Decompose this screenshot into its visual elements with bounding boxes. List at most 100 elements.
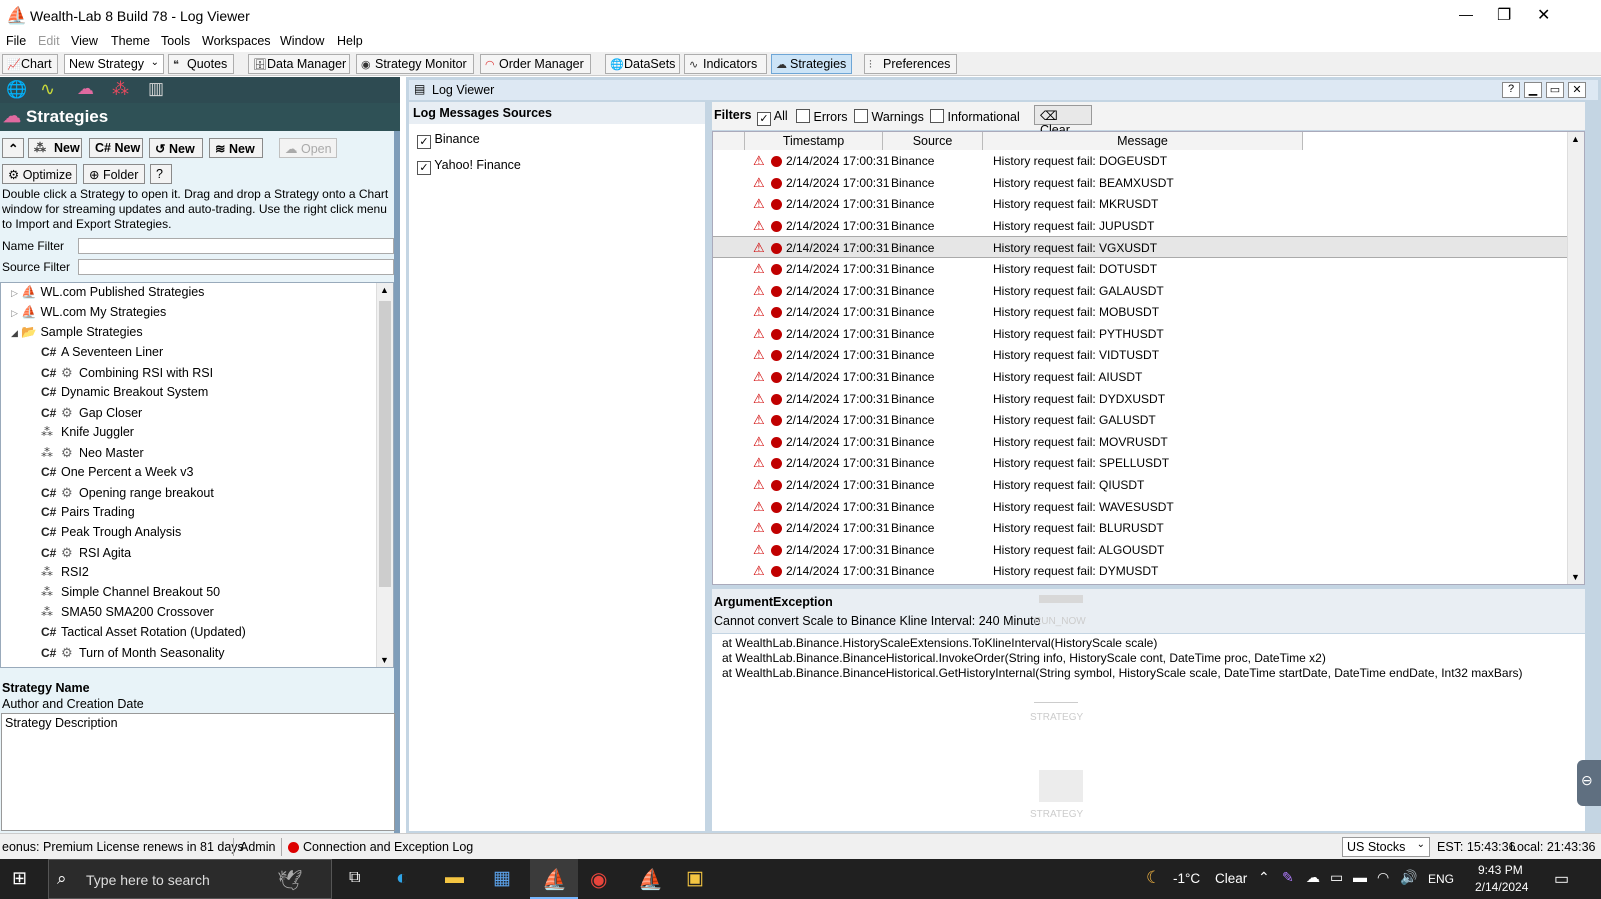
checkbox-unchecked-icon[interactable]	[796, 109, 810, 123]
scroll-down-icon[interactable]: ▼	[380, 655, 389, 665]
taskbar-time[interactable]: 9:43 PM	[1478, 863, 1523, 877]
file-explorer-icon[interactable]: ▬	[445, 867, 464, 889]
table-row[interactable]: ⚠ 2/14/2024 17:00:31 Binance History reques…	[713, 236, 1568, 259]
new-rotation-strategy-button[interactable]: ↺ New	[149, 138, 203, 158]
scroll-down-icon[interactable]: ▼	[1571, 572, 1580, 582]
new-csharp-strategy-button[interactable]: C# New	[89, 138, 143, 158]
wifi-icon[interactable]: ◠	[1377, 869, 1389, 886]
filter-all[interactable]: ✓ All	[757, 109, 788, 126]
strategy-item[interactable]: C# ⚙ Combining RSI with RSI	[41, 365, 213, 383]
table-row[interactable]: ⚠ 2/14/2024 17:00:31 Binance History reques…	[713, 474, 1568, 496]
windows-start-icon[interactable]: ⊞	[12, 868, 27, 889]
language-indicator[interactable]: ENG	[1428, 872, 1454, 886]
new-layer-strategy-button[interactable]: ≋ New	[209, 138, 263, 158]
tree-node-sample[interactable]: ◢ 📂 Sample Strategies	[11, 325, 143, 343]
side-tab[interactable]: ⊖	[1577, 760, 1601, 806]
help-button[interactable]: ?	[150, 164, 172, 184]
strategy-item[interactable]: C# One Percent a Week v3	[41, 465, 193, 483]
table-row[interactable]: ⚠ 2/14/2024 17:00:31 Binance History reques…	[713, 366, 1568, 388]
filter-informational[interactable]: Informational	[930, 109, 1020, 124]
column-header-message[interactable]: Message	[983, 132, 1303, 150]
table-row[interactable]: ⚠ 2/14/2024 17:00:31 Binance History reques…	[713, 193, 1568, 215]
checkbox-checked-icon[interactable]: ✓	[417, 161, 431, 175]
checkbox-checked-icon[interactable]: ✓	[757, 112, 771, 126]
taskbar-wealthlab[interactable]: ⛵	[530, 859, 578, 899]
menu-theme[interactable]: Theme	[111, 34, 150, 48]
table-row[interactable]: ⚠ 2/14/2024 17:00:31 Binance History reques…	[713, 344, 1568, 366]
close-icon[interactable]: ✕	[1568, 82, 1586, 98]
indicators-button[interactable]: ∿ Indicators	[684, 54, 767, 74]
clear-button[interactable]: ⌫ Clear	[1034, 105, 1092, 137]
minimize-icon[interactable]: ▁	[1524, 82, 1542, 98]
wealthlab-classic-icon[interactable]: ⛵	[638, 867, 663, 892]
log-scrollbar[interactable]: ▲ ▼	[1567, 132, 1584, 584]
task-view-icon[interactable]: ⧉	[349, 869, 360, 887]
wave-icon[interactable]: ∿	[40, 79, 55, 100]
scroll-up-icon[interactable]: ▲	[380, 285, 389, 295]
strategy-monitor-button[interactable]: ◉ Strategy Monitor	[356, 54, 474, 74]
table-row[interactable]: ⚠ 2/14/2024 17:00:31 Binance History reques…	[713, 280, 1568, 302]
tree-node-my-strategies[interactable]: ▷ ⛵ WL.com My Strategies	[11, 305, 166, 323]
tree-node-published[interactable]: ▷ ⛵ WL.com Published Strategies	[11, 285, 204, 303]
strategy-item[interactable]: C# A Seventeen Liner	[41, 345, 163, 363]
scroll-up-icon[interactable]: ▲	[1571, 134, 1580, 144]
datasets-button[interactable]: 🌐DataSets	[605, 54, 680, 74]
strategy-item[interactable]: ⁂ Simple Channel Breakout 50	[41, 585, 220, 603]
library-icon[interactable]: ▥	[148, 79, 164, 99]
source-yahoo[interactable]: ✓ Yahoo! Finance	[417, 158, 521, 175]
taskbar-search[interactable]: ⌕ Type here to search 🕊	[48, 859, 332, 899]
strategy-item[interactable]: ⁂ SMA50 SMA200 Crossover	[41, 605, 214, 623]
battery-icon[interactable]: ▬	[1353, 869, 1367, 885]
table-row[interactable]: ⚠ 2/14/2024 17:00:31 Binance History reques…	[713, 560, 1568, 582]
data-manager-button[interactable]: 🗄Data Manager	[248, 54, 350, 74]
filter-errors[interactable]: Errors	[796, 109, 848, 124]
taskbar-date[interactable]: 2/14/2024	[1475, 880, 1528, 894]
menu-file[interactable]: File	[6, 34, 26, 48]
column-header-timestamp[interactable]: Timestamp	[745, 132, 883, 150]
table-row[interactable]: ⚠ 2/14/2024 17:00:31 Binance History reques…	[713, 388, 1568, 410]
table-row[interactable]: ⚠ 2/14/2024 17:00:31 Binance History reques…	[713, 301, 1568, 323]
open-button[interactable]: ☁ Open	[279, 138, 337, 158]
log-status-link[interactable]: Connection and Exception Log	[303, 840, 473, 854]
market-select[interactable]: US Stocks ⌄	[1342, 837, 1430, 857]
minimize-button[interactable]: —	[1459, 6, 1473, 22]
menu-edit[interactable]: Edit	[38, 34, 60, 48]
menu-tools[interactable]: Tools	[161, 34, 190, 48]
collapse-button[interactable]: ⌃	[2, 138, 24, 158]
menu-view[interactable]: View	[71, 34, 98, 48]
checkbox-checked-icon[interactable]: ✓	[417, 135, 431, 149]
new-strategy-dropdown[interactable]: New Strategy ⌄	[64, 54, 164, 74]
table-row[interactable]: ⚠ 2/14/2024 17:00:31 Binance History reques…	[713, 258, 1568, 280]
quotes-button[interactable]: ❝ Quotes	[168, 54, 234, 74]
strategy-item[interactable]: C# Pairs Trading	[41, 505, 135, 523]
strategy-item[interactable]: ⁂ RSI2	[41, 565, 89, 583]
folder-button[interactable]: ⊕ Folder	[83, 164, 145, 184]
column-header-source[interactable]: Source	[883, 132, 983, 150]
strategy-item[interactable]: C# ⚙ RSI Agita	[41, 545, 131, 563]
source-binance[interactable]: ✓ Binance	[417, 132, 480, 149]
globe-icon[interactable]: 🌐	[6, 80, 27, 100]
filter-warnings[interactable]: Warnings	[854, 109, 924, 124]
menu-help[interactable]: Help	[337, 34, 363, 48]
tree-scrollbar[interactable]: ▲ ▼	[376, 283, 393, 667]
table-row[interactable]: ⚠ 2/14/2024 17:00:31 Binance History reques…	[713, 150, 1568, 172]
pen-icon[interactable]: ✎	[1282, 869, 1294, 886]
name-filter-input[interactable]	[78, 238, 394, 254]
table-row[interactable]: ⚠ 2/14/2024 17:00:31 Binance History reques…	[713, 409, 1568, 431]
edge-icon[interactable]: ◐	[396, 867, 408, 890]
table-row[interactable]: ⚠ 2/14/2024 17:00:31 Binance History reques…	[713, 496, 1568, 518]
strategy-item[interactable]: C# ⚙ Opening range breakout	[41, 485, 214, 503]
table-row[interactable]: ⚠ 2/14/2024 17:00:31 Binance History reques…	[713, 323, 1568, 345]
menu-window[interactable]: Window	[280, 34, 324, 48]
scroll-thumb[interactable]	[379, 301, 391, 587]
checkbox-unchecked-icon[interactable]	[930, 109, 944, 123]
chart-button[interactable]: 📈Chart	[2, 54, 58, 74]
volume-icon[interactable]: 🔊	[1400, 869, 1417, 886]
close-button[interactable]: ✕	[1537, 5, 1550, 25]
table-row[interactable]: ⚠ 2/14/2024 17:00:31 Binance History reques…	[713, 517, 1568, 539]
chrome-icon[interactable]: ◉	[590, 867, 607, 892]
menu-workspaces[interactable]: Workspaces	[202, 34, 271, 48]
help-icon[interactable]: ?	[1502, 82, 1520, 98]
table-row[interactable]: ⚠ 2/14/2024 17:00:31 Binance History reques…	[713, 539, 1568, 561]
strategy-item[interactable]: C# Peak Trough Analysis	[41, 525, 181, 543]
